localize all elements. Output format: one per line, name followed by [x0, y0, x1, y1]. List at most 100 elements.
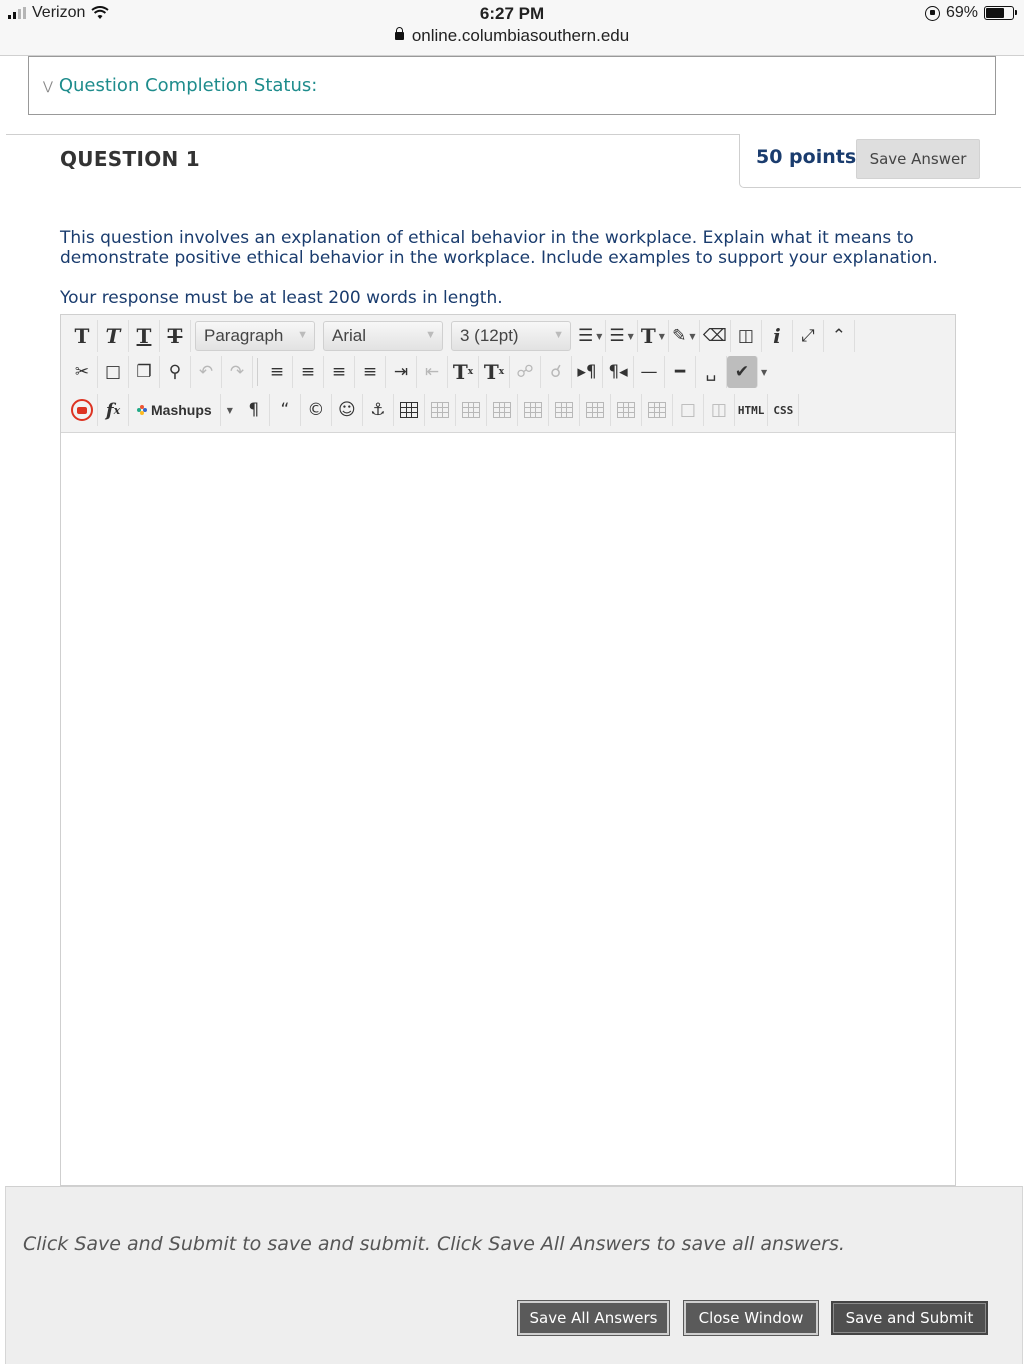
- rotation-lock-icon: [924, 5, 940, 21]
- italic-icon[interactable]: T: [98, 320, 129, 352]
- mashups-button[interactable]: Mashups: [129, 394, 221, 426]
- strikethrough-icon[interactable]: T: [160, 320, 191, 352]
- align-left-icon[interactable]: ≡: [262, 356, 293, 388]
- fullscreen-icon[interactable]: ⤢: [793, 320, 824, 352]
- rich-text-editor: T T T T Paragraph ▼ Arial ▼ 3 (12pt) ▼ ☰ ▼ ☰…: [60, 314, 956, 1186]
- mashups-icon: [137, 405, 147, 415]
- save-answer-button[interactable]: Save Answer: [856, 139, 980, 179]
- points-panel: 50 points Save Answer: [739, 134, 1021, 188]
- paragraph-mark-icon[interactable]: ¶: [239, 394, 270, 426]
- insert-column-before-icon[interactable]: [580, 394, 611, 426]
- footer-instructions: Click Save and Submit to save and submit…: [23, 1233, 845, 1255]
- table-cell-icon[interactable]: [456, 394, 487, 426]
- battery-fill: [986, 8, 1004, 18]
- spellcheck-icon[interactable]: ✔: [727, 356, 758, 388]
- find-icon[interactable]: ⚲: [160, 356, 191, 388]
- clock: 6:27 PM: [479, 4, 545, 23]
- rtl-icon[interactable]: ¶◂: [603, 356, 634, 388]
- record-video-icon[interactable]: [67, 394, 98, 426]
- link-icon[interactable]: ☍: [510, 356, 541, 388]
- anchor-icon[interactable]: ⚓: [363, 394, 394, 426]
- points-value: 50 points: [756, 146, 857, 168]
- ltr-icon[interactable]: ▸¶: [572, 356, 603, 388]
- chevron-down-icon: ⋁: [43, 78, 53, 93]
- question-text-line-2: demonstrate positive ethical behavior in…: [60, 248, 938, 268]
- chevron-down-icon: ▼: [553, 329, 564, 341]
- battery-info: 69%: [924, 4, 1017, 22]
- bold-icon[interactable]: T: [67, 320, 98, 352]
- align-center-icon[interactable]: ≡: [293, 356, 324, 388]
- chevron-down-icon: ▼: [297, 329, 308, 341]
- cut-icon[interactable]: ✂: [67, 356, 98, 388]
- highlight-icon[interactable]: ✎ ▼: [669, 320, 700, 352]
- horizontal-rule-icon[interactable]: —: [634, 356, 665, 388]
- submission-footer: Click Save and Submit to save and submit…: [5, 1186, 1023, 1364]
- table-row-icon[interactable]: [425, 394, 456, 426]
- url-text: online.columbiasouthern.edu: [411, 26, 630, 45]
- css-button[interactable]: CSS: [768, 394, 800, 426]
- save-all-answers-button[interactable]: Save All Answers: [517, 1300, 670, 1336]
- collapse-toolbar-icon[interactable]: ⌃: [824, 320, 855, 352]
- spellcheck-dropdown-icon[interactable]: ▼: [761, 368, 767, 377]
- font-family-value: Arial: [332, 326, 367, 345]
- preview-icon[interactable]: ◫: [731, 320, 762, 352]
- toolbar-row-2: ✂ □ ❐ ⚲ ↶ ↷ ≡ ≡ ≡ ≡ ⇥ ⇤ Tx Tx ☍ ☌ ▸¶ ¶◂ …: [67, 355, 767, 389]
- paste-icon[interactable]: ❐: [129, 356, 160, 388]
- numbered-list-icon[interactable]: ☰ ▼: [606, 320, 638, 352]
- question-completion-status[interactable]: ⋁ Question Completion Status:: [28, 56, 996, 115]
- mashups-label: Mashups: [151, 402, 212, 418]
- editor-toolbar: T T T T Paragraph ▼ Arial ▼ 3 (12pt) ▼ ☰ ▼ ☰…: [61, 315, 955, 433]
- lock-icon: [394, 27, 404, 40]
- save-and-submit-button[interactable]: Save and Submit: [831, 1301, 988, 1335]
- undo-icon[interactable]: ↶: [191, 356, 222, 388]
- bullet-list-icon[interactable]: ☰ ▼: [575, 320, 607, 352]
- copyright-icon[interactable]: ©: [301, 394, 332, 426]
- indent-icon[interactable]: ⇥: [386, 356, 417, 388]
- question-text-line-1: This question involves an explanation of…: [60, 228, 914, 248]
- superscript-icon[interactable]: Tx: [448, 356, 479, 388]
- question-text: This question involves an explanation of…: [60, 228, 960, 268]
- paragraph-format-select[interactable]: Paragraph ▼: [195, 321, 315, 351]
- info-icon[interactable]: i: [762, 320, 793, 352]
- completion-status-label: Question Completion Status:: [58, 75, 318, 96]
- thick-rule-icon[interactable]: ━: [665, 356, 696, 388]
- underline-icon[interactable]: T: [129, 320, 160, 352]
- unlink-icon[interactable]: ☌: [541, 356, 572, 388]
- copy-icon[interactable]: □: [98, 356, 129, 388]
- battery-percent: 69%: [945, 4, 978, 21]
- paragraph-format-value: Paragraph: [204, 326, 284, 345]
- close-window-button[interactable]: Close Window: [683, 1300, 819, 1336]
- mashups-dropdown-icon[interactable]: ▼: [227, 406, 233, 415]
- emoticon-icon[interactable]: ☺: [332, 394, 363, 426]
- nonbreaking-space-icon[interactable]: ␣: [696, 356, 727, 388]
- battery-icon: [984, 6, 1017, 20]
- math-formula-icon[interactable]: fx: [98, 394, 129, 426]
- merge-cells-icon[interactable]: ◫: [704, 394, 735, 426]
- address-bar[interactable]: online.columbiasouthern.edu: [0, 26, 1024, 46]
- question-title: QUESTION 1: [60, 147, 201, 171]
- toolbar-row-1: T T T T Paragraph ▼ Arial ▼ 3 (12pt) ▼ ☰ ▼ ☰…: [67, 319, 855, 353]
- delete-column-icon[interactable]: [642, 394, 673, 426]
- font-size-select[interactable]: 3 (12pt) ▼: [451, 321, 571, 351]
- insert-column-after-icon[interactable]: [611, 394, 642, 426]
- question-requirement: Your response must be at least 200 words…: [60, 288, 503, 308]
- table-icon[interactable]: [394, 394, 425, 426]
- font-family-select[interactable]: Arial ▼: [323, 321, 443, 351]
- subscript-icon[interactable]: Tx: [479, 356, 510, 388]
- font-size-value: 3 (12pt): [460, 326, 519, 345]
- ios-status-bar: Verizon 6:27 PM online.columbiasouthern.…: [0, 0, 1024, 56]
- delete-row-icon[interactable]: [549, 394, 580, 426]
- eraser-icon[interactable]: ⌫: [700, 320, 731, 352]
- insert-row-before-icon[interactable]: [487, 394, 518, 426]
- outdent-icon[interactable]: ⇤: [417, 356, 448, 388]
- insert-row-after-icon[interactable]: [518, 394, 549, 426]
- text-color-icon[interactable]: T ▼: [638, 320, 669, 352]
- redo-icon[interactable]: ↷: [222, 356, 253, 388]
- align-right-icon[interactable]: ≡: [324, 356, 355, 388]
- align-justify-icon[interactable]: ≡: [355, 356, 386, 388]
- blockquote-icon[interactable]: “: [270, 394, 301, 426]
- html-source-button[interactable]: HTML: [735, 394, 769, 426]
- split-cells-icon[interactable]: □: [673, 394, 704, 426]
- editor-content-area[interactable]: [61, 434, 955, 1185]
- chevron-down-icon: ▼: [425, 329, 436, 341]
